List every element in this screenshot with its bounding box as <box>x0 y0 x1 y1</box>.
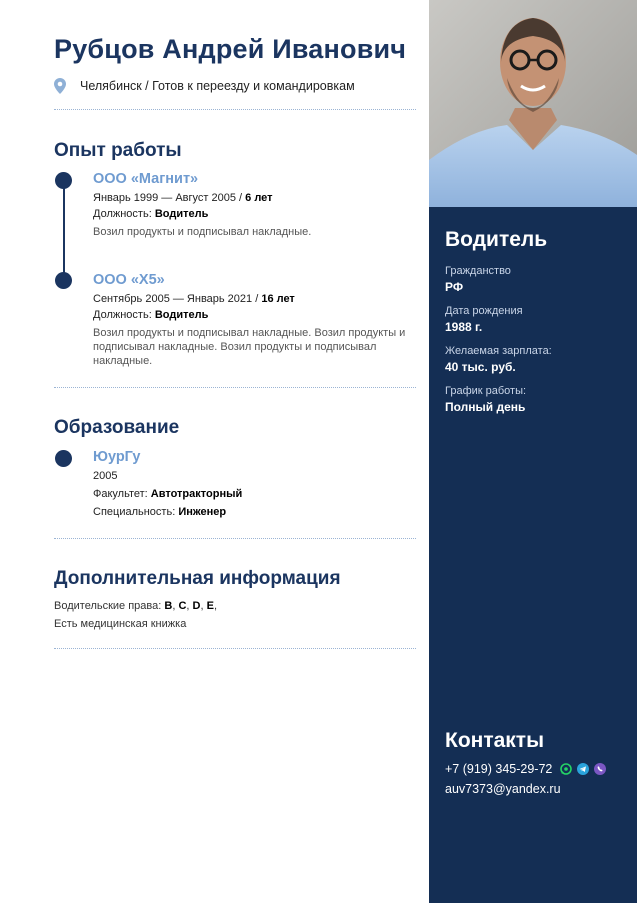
fact-value: 1988 г. <box>445 320 483 334</box>
email-address[interactable]: auv7373@yandex.ru <box>445 782 561 796</box>
main-column: Рубцов Андрей Иванович Челябинск / Готов… <box>0 0 429 903</box>
sidebar: Водитель Гражданство РФ Дата рождения 19… <box>429 0 637 903</box>
fact-label: Дата рождения <box>445 305 523 317</box>
education-item: ЮурГу 2005 Факультет: Автотракторный Спе… <box>93 449 413 518</box>
work-period: Январь 1999 — Август 2005 / 6 лет <box>93 192 273 204</box>
position-line: Должность: Водитель <box>93 309 209 321</box>
whatsapp-icon[interactable] <box>560 763 573 775</box>
fact-salary: Желаемая зарплата: 40 тыс. руб. <box>445 345 552 374</box>
license-category: B <box>164 600 173 612</box>
license-category: C <box>178 600 187 612</box>
work-duration: 6 лет <box>245 192 273 204</box>
timeline-dot <box>55 272 72 289</box>
company-name: ООО «Х5» <box>93 272 165 288</box>
job-description: Возил продукты и подписывал накладные. В… <box>93 327 406 367</box>
location-text: Челябинск / Готов к переезду и командиро… <box>80 79 355 93</box>
position-value: Водитель <box>154 309 209 321</box>
divider <box>54 648 416 649</box>
fact-schedule: График работы: Полный день <box>445 385 526 414</box>
additional-heading: Дополнительная информация <box>54 568 341 589</box>
timeline-line <box>63 180 65 280</box>
fact-citizenship: Гражданство РФ <box>445 265 511 294</box>
telegram-icon[interactable] <box>577 763 590 775</box>
work-duration: 16 лет <box>261 293 295 305</box>
fact-value: Полный день <box>445 400 526 414</box>
faculty-line: Факультет: Автотракторный <box>93 488 243 500</box>
phone-line: +7 (919) 345-29-72 <box>445 762 607 776</box>
institution-name: ЮурГу <box>93 449 141 465</box>
work-period: Сентябрь 2005 — Январь 2021 / 16 лет <box>93 293 295 305</box>
timeline-dot <box>55 172 72 189</box>
license-category: D <box>192 600 201 612</box>
contacts-heading: Контакты <box>445 729 545 752</box>
license-category: E <box>206 600 214 612</box>
medical-book-note: Есть медицинская книжка <box>54 618 187 630</box>
phone-number[interactable]: +7 (919) 345-29-72 <box>445 762 552 776</box>
specialty-line: Специальность: Инженер <box>93 506 227 518</box>
viber-icon[interactable] <box>594 763 607 775</box>
candidate-name: Рубцов Андрей Иванович <box>54 34 407 64</box>
fact-value: РФ <box>445 280 464 294</box>
specialty-value: Инженер <box>178 506 227 518</box>
experience-item: ООО «Магнит» Январь 1999 — Август 2005 /… <box>93 171 413 239</box>
position-line: Должность: Водитель <box>93 208 209 220</box>
desired-position: Водитель <box>445 228 548 251</box>
fact-birth-date: Дата рождения 1988 г. <box>445 305 523 334</box>
company-name: ООО «Магнит» <box>93 171 199 187</box>
experience-item: ООО «Х5» Сентябрь 2005 — Январь 2021 / 1… <box>93 272 413 368</box>
job-description: Возил продукты и подписывал накладные. <box>93 226 312 238</box>
experience-heading: Опыт работы <box>54 140 182 161</box>
faculty-value: Автотракторный <box>150 488 243 500</box>
education-year: 2005 <box>93 470 118 482</box>
fact-label: Желаемая зарплата: <box>445 345 552 357</box>
timeline-dot <box>55 450 72 467</box>
fact-label: Гражданство <box>445 265 511 277</box>
location-pin-icon <box>54 78 66 94</box>
divider <box>54 387 416 388</box>
profile-photo <box>429 0 637 207</box>
divider <box>54 109 416 110</box>
fact-value: 40 тыс. руб. <box>445 360 516 374</box>
position-value: Водитель <box>154 208 209 220</box>
education-heading: Образование <box>54 417 180 438</box>
divider <box>54 538 416 539</box>
license-line: Водительские права: B, C, D, E, <box>54 600 218 612</box>
location-line: Челябинск / Готов к переезду и командиро… <box>54 78 355 94</box>
fact-label: График работы: <box>445 385 527 397</box>
